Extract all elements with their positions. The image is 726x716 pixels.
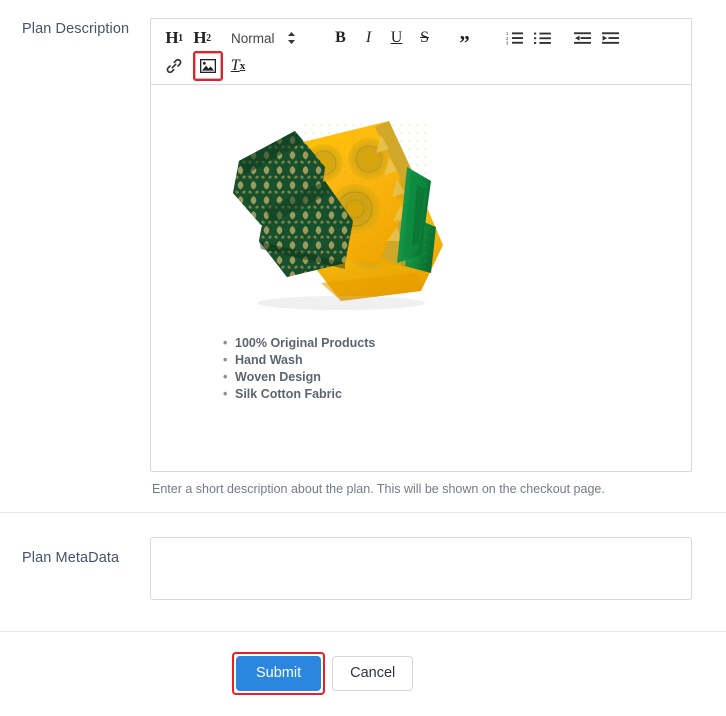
submit-button[interactable]: Submit: [236, 656, 322, 691]
heading-2-button[interactable]: H2: [189, 24, 215, 52]
svg-text:3: 3: [506, 41, 509, 45]
product-image: [221, 105, 451, 315]
bullet-list-icon: [534, 32, 551, 44]
blockquote-button[interactable]: ”: [452, 24, 478, 53]
image-icon: [200, 59, 216, 73]
submit-button-highlight: Submit: [231, 652, 326, 695]
plan-metadata-input[interactable]: [150, 537, 692, 600]
plan-metadata-row: Plan MetaData: [0, 513, 726, 605]
link-icon: [166, 58, 182, 74]
outdent-button[interactable]: [570, 24, 596, 52]
ordered-list-button[interactable]: 1 2 3: [502, 24, 528, 52]
heading-1-label: H: [165, 28, 179, 47]
plan-metadata-control: [150, 537, 692, 605]
product-feature-list: 100% Original Products Hand Wash Woven D…: [223, 335, 679, 403]
format-picker[interactable]: Normal: [231, 31, 310, 46]
plan-description-label: Plan Description: [22, 21, 130, 37]
editor-toolbar: H1 H2 Normal B I U S ” 1 2 3 T x: [151, 19, 691, 85]
indent-icon: [602, 32, 620, 44]
underline-button[interactable]: U: [384, 24, 410, 52]
list-item: Hand Wash: [223, 352, 679, 369]
form-actions: Submit Cancel: [0, 632, 726, 695]
plan-description-help-text: Enter a short description about the plan…: [152, 482, 605, 496]
italic-button[interactable]: I: [356, 24, 382, 52]
clear-formatting-button[interactable]: Tx: [225, 52, 251, 80]
plan-metadata-label: Plan MetaData: [22, 550, 120, 566]
editor-content-area[interactable]: 100% Original Products Hand Wash Woven D…: [151, 85, 691, 471]
cancel-button[interactable]: Cancel: [332, 656, 414, 691]
ordered-list-icon: 1 2 3: [506, 31, 524, 45]
format-picker-value: Normal: [231, 30, 275, 46]
plan-description-row: Plan Description H1 H2 Normal B I U S ” …: [0, 0, 726, 498]
saree-illustration: [233, 121, 443, 310]
chevron-updown-icon: [287, 31, 296, 45]
bullet-list-button[interactable]: [530, 24, 556, 52]
heading-1-sub: 1: [178, 32, 183, 44]
strikethrough-button[interactable]: S: [412, 24, 438, 52]
rich-text-editor[interactable]: H1 H2 Normal B I U S ” 1 2 3 T x • 100% …: [150, 18, 692, 472]
list-item: Woven Design: [223, 369, 679, 386]
heading-1-button[interactable]: H1: [161, 24, 187, 52]
list-item: 100% Original Products: [223, 335, 679, 352]
list-item: Silk Cotton Fabric: [223, 386, 679, 403]
link-button[interactable]: [161, 52, 187, 80]
insert-image-button[interactable]: [193, 51, 223, 81]
plan-description-control: H1 H2 Normal B I U S ” 1 2 3 T x • 100% …: [150, 18, 692, 498]
outdent-icon: [574, 32, 592, 44]
heading-2-label: H: [193, 28, 207, 47]
clear-formatting-label: T: [230, 57, 240, 74]
heading-2-sub: 2: [206, 32, 211, 44]
indent-button[interactable]: [598, 24, 624, 52]
clear-formatting-sub: x: [239, 60, 246, 72]
bold-button[interactable]: B: [328, 24, 354, 52]
